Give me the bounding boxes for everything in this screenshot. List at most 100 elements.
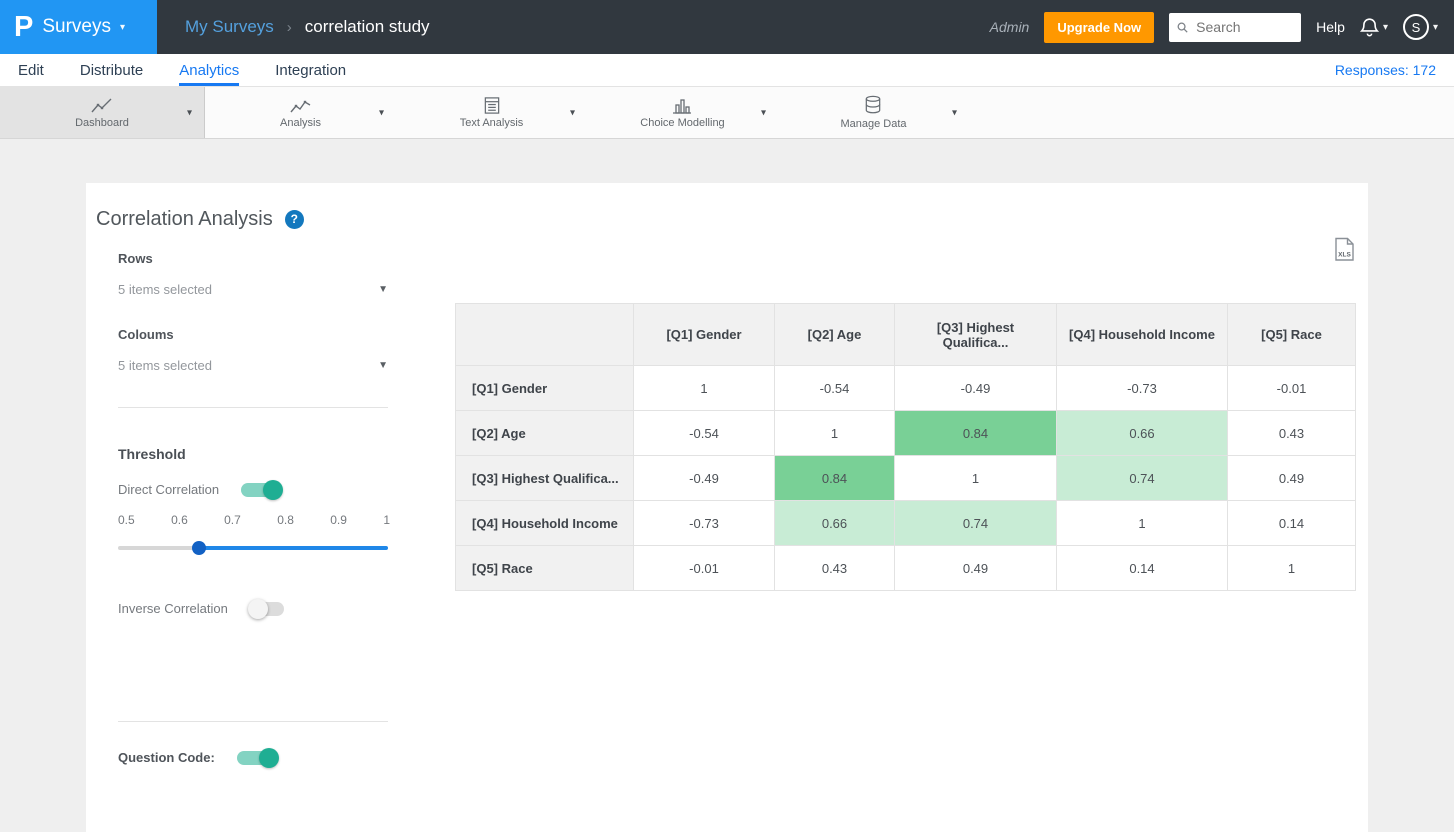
- admin-label: Admin: [989, 19, 1030, 35]
- line-chart-icon: [289, 100, 310, 113]
- columns-select[interactable]: 5 items selected ▼: [118, 358, 388, 373]
- matrix-cell: 0.66: [774, 500, 895, 546]
- tab-integration[interactable]: Integration: [275, 54, 346, 86]
- threshold-label: Threshold: [118, 446, 186, 462]
- breadcrumb: My Surveys › correlation study: [185, 17, 430, 37]
- search-box[interactable]: [1169, 12, 1302, 42]
- columns-select-value: 5 items selected: [118, 358, 212, 373]
- correlation-table: [Q1] Gender [Q2] Age [Q3] Highest Qualific…: [455, 303, 1356, 591]
- threshold-slider-fill-left: [118, 546, 199, 550]
- tab-distribute[interactable]: Distribute: [80, 54, 143, 86]
- matrix-cell: 0.14: [1227, 500, 1356, 546]
- breadcrumb-my-surveys[interactable]: My Surveys: [185, 17, 274, 37]
- matrix-cell: 0.66: [1056, 410, 1228, 456]
- divider: [118, 407, 388, 408]
- toolbar-item-manage-data[interactable]: Manage Data ▾: [778, 87, 969, 138]
- chevron-down-icon[interactable]: ▾: [570, 107, 575, 118]
- help-icon[interactable]: ?: [284, 209, 304, 229]
- scale-tick: 0.8: [277, 513, 294, 527]
- threshold-slider-handle[interactable]: [192, 541, 206, 555]
- direct-correlation-toggle[interactable]: [241, 479, 284, 500]
- matrix-cell: 0.43: [774, 545, 895, 591]
- matrix-cell: 0.49: [1227, 455, 1356, 501]
- responses-count[interactable]: Responses: 172: [1335, 54, 1436, 86]
- table-row: [Q4] Household Income -0.73 0.66 0.74 1 0.14: [455, 500, 1356, 546]
- columns-label: Coloums: [118, 327, 174, 342]
- search-input[interactable]: [1194, 18, 1294, 36]
- chevron-down-icon: ▾: [1432, 21, 1438, 33]
- question-code-label: Question Code:: [118, 750, 215, 765]
- help-link[interactable]: Help: [1316, 19, 1345, 35]
- xls-icon-label: XLS: [1338, 252, 1351, 259]
- table-row: [Q3] Highest Qualifica... -0.49 0.84 1 0.74 0…: [455, 455, 1356, 501]
- text-document-icon: [484, 97, 499, 114]
- chevron-down-icon[interactable]: ▾: [761, 107, 766, 118]
- chevron-down-icon[interactable]: ▾: [379, 107, 384, 118]
- toolbar-item-analysis[interactable]: Analysis ▾: [205, 87, 396, 138]
- matrix-cell: -0.73: [633, 500, 775, 546]
- toolbar-item-label: Dashboard: [75, 117, 129, 129]
- breadcrumb-current: correlation study: [304, 17, 430, 36]
- rows-select[interactable]: 5 items selected ▼: [118, 282, 388, 297]
- bell-icon: [1359, 17, 1379, 36]
- divider: [118, 721, 388, 722]
- row-header: [Q2] Age: [455, 410, 634, 456]
- question-code-toggle[interactable]: [236, 747, 279, 768]
- toolbar-item-dashboard[interactable]: Dashboard ▾: [0, 87, 205, 138]
- matrix-cell: -0.01: [633, 545, 775, 591]
- correlation-analysis-card: Correlation Analysis ? Rows 5 items sele…: [86, 183, 1368, 832]
- matrix-cell: -0.73: [1056, 365, 1228, 411]
- matrix-cell: 0.84: [894, 410, 1057, 456]
- table-row: [Q2] Age -0.54 1 0.84 0.66 0.43: [455, 410, 1356, 456]
- threshold-slider-fill-right: [199, 546, 388, 550]
- matrix-cell: 1: [1056, 500, 1228, 546]
- column-header: [Q2] Age: [774, 303, 895, 366]
- matrix-cell: 0.43: [1227, 410, 1356, 456]
- toolbar-item-label: Manage Data: [840, 118, 907, 130]
- matrix-cell: 0.84: [774, 455, 895, 501]
- chevron-down-icon: ▼: [378, 284, 388, 295]
- row-header: [Q3] Highest Qualifica...: [455, 455, 634, 501]
- toolbar-item-label: Choice Modelling: [640, 117, 725, 129]
- analytics-toolbar: Dashboard ▾ Analysis ▾ Text Analysis ▾ C…: [0, 87, 1454, 139]
- matrix-cell: 1: [1227, 545, 1356, 591]
- brand-logo: P: [14, 10, 34, 43]
- toolbar-item-text-analysis[interactable]: Text Analysis ▾: [396, 87, 587, 138]
- row-header: [Q4] Household Income: [455, 500, 634, 546]
- line-chart-icon: [91, 98, 112, 113]
- chevron-down-icon[interactable]: ▾: [952, 107, 957, 118]
- notifications-button[interactable]: ▾: [1359, 17, 1388, 38]
- scale-tick: 0.6: [171, 513, 188, 527]
- scale-tick: 0.5: [118, 513, 135, 527]
- rows-select-value: 5 items selected: [118, 282, 212, 297]
- toolbar-item-choice-modelling[interactable]: Choice Modelling ▾: [587, 87, 778, 138]
- tab-edit[interactable]: Edit: [18, 54, 44, 86]
- rows-label: Rows: [118, 251, 153, 266]
- inverse-correlation-toggle[interactable]: [247, 598, 284, 619]
- tab-analytics[interactable]: Analytics: [179, 54, 239, 86]
- settings-panel: Rows 5 items selected ▼ Coloums 5 items …: [86, 233, 390, 768]
- row-header: [Q1] Gender: [455, 365, 634, 411]
- bar-chart-icon: [673, 99, 692, 114]
- matrix-cell: 0.49: [894, 545, 1057, 591]
- upgrade-now-button[interactable]: Upgrade Now: [1044, 11, 1155, 43]
- breadcrumb-separator: ›: [286, 18, 292, 36]
- toolbar-item-label: Text Analysis: [459, 117, 524, 129]
- export-xls-button[interactable]: XLS: [1334, 237, 1355, 263]
- table-row: [Q5] Race -0.01 0.43 0.49 0.14 1: [455, 545, 1356, 591]
- row-header: [Q5] Race: [455, 545, 634, 591]
- scale-tick: 0.7: [224, 513, 241, 527]
- threshold-scale: 0.5 0.6 0.7 0.8 0.9 1: [118, 513, 390, 527]
- chevron-down-icon[interactable]: ▾: [187, 107, 192, 118]
- product-switcher[interactable]: P Surveys ▾: [0, 0, 157, 54]
- matrix-pane: XLS [Q1] Gender [Q2] Age [Q3] Highest Qual…: [455, 237, 1356, 591]
- database-icon: [866, 95, 881, 114]
- matrix-cell: -0.54: [774, 365, 895, 411]
- inverse-correlation-label: Inverse Correlation: [118, 601, 228, 616]
- matrix-cell: 0.74: [894, 500, 1057, 546]
- column-header: [Q1] Gender: [633, 303, 775, 366]
- threshold-slider[interactable]: [118, 541, 388, 555]
- section-tabs: Edit Distribute Analytics Integration Re…: [0, 54, 1454, 87]
- account-menu[interactable]: S ▾: [1402, 14, 1438, 40]
- chevron-down-icon: ▾: [119, 21, 126, 33]
